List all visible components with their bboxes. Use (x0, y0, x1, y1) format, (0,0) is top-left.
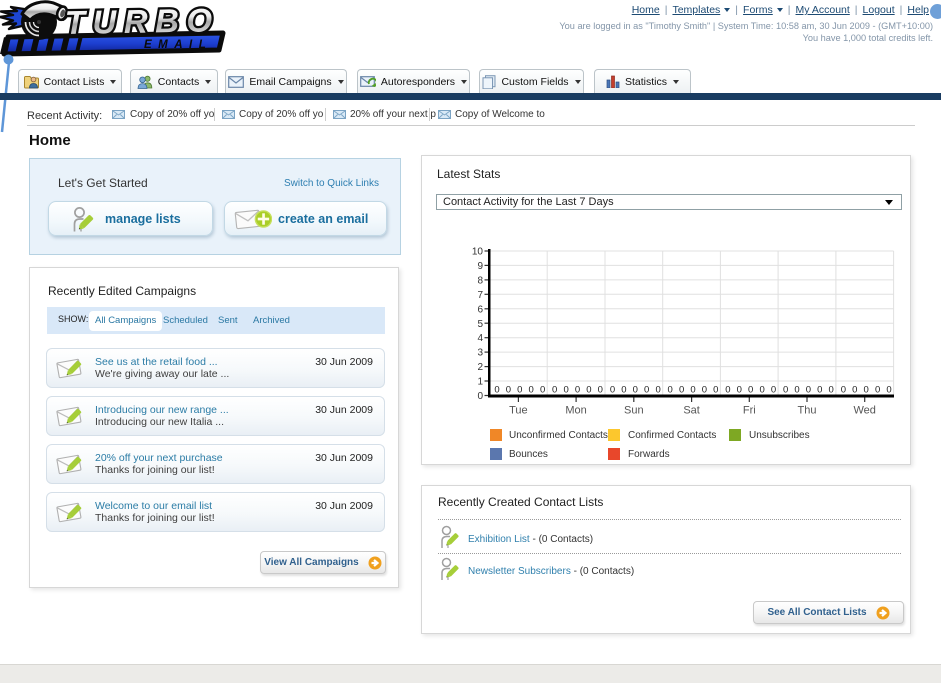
svg-text:0: 0 (702, 385, 707, 396)
svg-text:0: 0 (737, 385, 742, 396)
svg-text:0: 0 (759, 385, 764, 396)
svg-text:0: 0 (668, 385, 673, 396)
svg-text:0: 0 (886, 385, 891, 396)
svg-text:Wed: Wed (853, 405, 875, 417)
svg-text:0: 0 (713, 385, 718, 396)
svg-text:10: 10 (472, 247, 484, 258)
svg-text:0: 0 (540, 385, 545, 396)
svg-text:0: 0 (725, 385, 730, 396)
svg-text:0: 0 (841, 385, 846, 396)
svg-text:0: 0 (644, 385, 649, 396)
svg-text:0: 0 (655, 385, 660, 396)
svg-text:0: 0 (494, 385, 499, 396)
svg-text:0: 0 (690, 385, 695, 396)
svg-text:8: 8 (477, 275, 483, 286)
svg-text:Tue: Tue (509, 405, 528, 417)
svg-text:3: 3 (477, 348, 483, 359)
svg-text:0: 0 (679, 385, 684, 396)
svg-text:0: 0 (748, 385, 753, 396)
svg-text:7: 7 (477, 290, 483, 301)
svg-text:0: 0 (529, 385, 534, 396)
svg-text:0: 0 (586, 385, 591, 396)
svg-text:5: 5 (477, 319, 483, 330)
svg-text:0: 0 (563, 385, 568, 396)
svg-text:0: 0 (864, 385, 869, 396)
svg-text:0: 0 (852, 385, 857, 396)
svg-text:0: 0 (610, 385, 615, 396)
svg-text:6: 6 (477, 304, 483, 315)
svg-text:0: 0 (477, 391, 483, 402)
svg-text:0: 0 (506, 385, 511, 396)
svg-text:0: 0 (829, 385, 834, 396)
svg-text:4: 4 (477, 333, 483, 344)
svg-text:0: 0 (621, 385, 626, 396)
svg-text:0: 0 (575, 385, 580, 396)
svg-text:2: 2 (477, 362, 483, 373)
svg-text:0: 0 (783, 385, 788, 396)
svg-text:0: 0 (817, 385, 822, 396)
svg-text:0: 0 (552, 385, 557, 396)
svg-text:0: 0 (794, 385, 799, 396)
svg-text:Mon: Mon (565, 405, 586, 417)
svg-text:0: 0 (806, 385, 811, 396)
svg-text:Thu: Thu (798, 405, 817, 417)
svg-text:Sat: Sat (683, 405, 700, 417)
svg-text:0: 0 (633, 385, 638, 396)
svg-text:0: 0 (771, 385, 776, 396)
svg-text:9: 9 (477, 261, 483, 272)
svg-text:0: 0 (517, 385, 522, 396)
svg-text:0: 0 (598, 385, 603, 396)
svg-text:Sun: Sun (624, 405, 644, 417)
svg-text:0: 0 (875, 385, 880, 396)
svg-text:1: 1 (477, 377, 483, 388)
svg-text:Fri: Fri (743, 405, 756, 417)
